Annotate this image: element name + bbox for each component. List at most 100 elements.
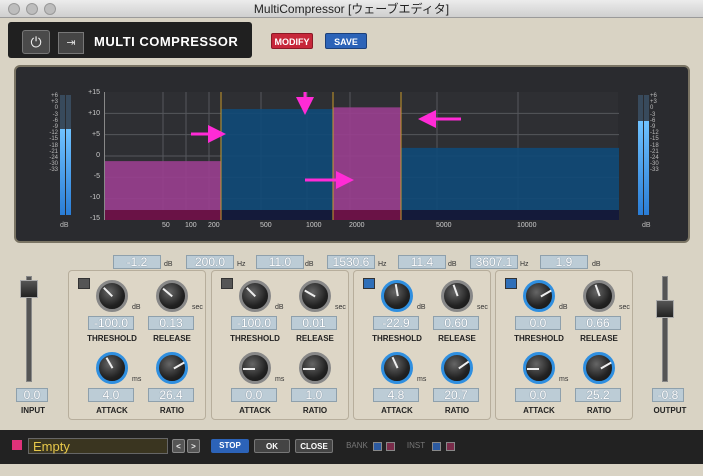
inst-toggle-a[interactable]: [432, 442, 441, 451]
band-gain-value[interactable]: 1.9: [540, 255, 588, 269]
preset-prev-button[interactable]: <: [172, 439, 185, 453]
attack-unit: ms: [417, 376, 427, 383]
modify-button[interactable]: MODIFY: [271, 33, 313, 49]
knob-indicator: [162, 287, 173, 298]
knob-indicator: [394, 284, 399, 297]
release-unit: sec: [477, 304, 488, 311]
bank-toggle-a[interactable]: [373, 442, 382, 451]
threshold-knob[interactable]: [239, 280, 271, 312]
stop-button[interactable]: STOP: [211, 439, 249, 453]
preset-name-field[interactable]: Empty: [28, 438, 168, 454]
output-fader-track[interactable]: [662, 276, 668, 382]
threshold-unit: dB: [132, 304, 141, 311]
window-controls[interactable]: [8, 3, 56, 15]
release-value[interactable]: 0.01: [291, 316, 337, 330]
threshold-value[interactable]: -22.9: [373, 316, 419, 330]
band-enable-checkbox[interactable]: [221, 278, 233, 289]
ratio-knob[interactable]: [299, 352, 331, 384]
meter-db-label: dB: [642, 222, 651, 229]
crossover-freq-value[interactable]: 1530.6: [327, 255, 375, 269]
ratio-knob[interactable]: [583, 352, 615, 384]
meter-bar: [644, 95, 649, 215]
ratio-value[interactable]: 26.4: [148, 388, 194, 402]
input-value[interactable]: 0.0: [16, 388, 48, 402]
attack-value[interactable]: 4.8: [373, 388, 419, 402]
inst-toggle-b[interactable]: [446, 442, 455, 451]
y-tick-label: +15: [88, 89, 100, 96]
band-gain-value[interactable]: 11.0: [256, 255, 304, 269]
crossover-freq-value[interactable]: 200.0: [186, 255, 234, 269]
release-knob[interactable]: [299, 280, 331, 312]
x-tick-label: 500: [260, 222, 272, 229]
band-gain-value[interactable]: 11.4: [398, 255, 446, 269]
attack-label: ATTACK: [523, 406, 555, 415]
threshold-value[interactable]: 0.0: [515, 316, 561, 330]
input-panel: 0.0 INPUT: [14, 270, 60, 420]
threshold-label: THRESHOLD: [230, 334, 280, 343]
band-gain-value[interactable]: -1.2: [113, 255, 161, 269]
release-value[interactable]: 0.13: [148, 316, 194, 330]
release-value[interactable]: 0.66: [575, 316, 621, 330]
dropdown-icon[interactable]: ⇥: [58, 32, 84, 54]
attack-knob[interactable]: [239, 352, 271, 384]
release-knob[interactable]: [441, 280, 473, 312]
release-knob[interactable]: [583, 280, 615, 312]
output-panel: -0.8 OUTPUT: [648, 270, 694, 420]
band-level-bar[interactable]: [333, 107, 401, 220]
band-level-bar[interactable]: [221, 109, 333, 220]
attack-knob[interactable]: [96, 352, 128, 384]
threshold-knob[interactable]: [96, 280, 128, 312]
attack-value[interactable]: 0.0: [231, 388, 277, 402]
release-value[interactable]: 0.60: [433, 316, 479, 330]
ratio-knob[interactable]: [156, 352, 188, 384]
save-button[interactable]: SAVE: [325, 33, 367, 49]
threshold-value[interactable]: -100.0: [231, 316, 277, 330]
knob-indicator: [600, 361, 612, 370]
output-fader-handle[interactable]: [656, 300, 674, 318]
attack-knob[interactable]: [523, 352, 555, 384]
band-graph[interactable]: [104, 92, 619, 220]
band-graph-svg: [105, 92, 619, 220]
y-tick-label: -5: [93, 173, 100, 180]
band-level-bar[interactable]: [401, 147, 619, 220]
attack-knob[interactable]: [381, 352, 413, 384]
spectrum-floor: [333, 210, 401, 220]
close-window-button[interactable]: [8, 3, 20, 15]
zoom-window-button[interactable]: [44, 3, 56, 15]
threshold-knob[interactable]: [381, 280, 413, 312]
freq-unit: Hz: [237, 261, 246, 268]
ratio-knob[interactable]: [441, 352, 473, 384]
ratio-value[interactable]: 1.0: [291, 388, 337, 402]
ratio-value[interactable]: 20.7: [433, 388, 479, 402]
ok-button[interactable]: OK: [254, 439, 290, 453]
band-enable-checkbox[interactable]: [78, 278, 90, 289]
y-tick-label: +10: [88, 110, 100, 117]
threshold-knob[interactable]: [523, 280, 555, 312]
y-tick-label: -10: [89, 194, 100, 201]
knob-indicator: [391, 356, 399, 369]
crossover-freq-value[interactable]: 3607.1: [470, 255, 518, 269]
knob-indicator: [105, 357, 114, 369]
ratio-value[interactable]: 25.2: [575, 388, 621, 402]
band-enable-checkbox[interactable]: [363, 278, 375, 289]
release-knob[interactable]: [156, 280, 188, 312]
band-enable-checkbox[interactable]: [505, 278, 517, 289]
output-value[interactable]: -0.8: [652, 388, 684, 402]
meter-bar: [66, 95, 71, 215]
attack-value[interactable]: 4.0: [88, 388, 134, 402]
input-fader-handle[interactable]: [20, 280, 38, 298]
preset-next-button[interactable]: >: [187, 439, 200, 453]
ratio-label: RATIO: [444, 406, 470, 415]
bank-label: BANK: [346, 441, 368, 450]
power-icon[interactable]: ⏻: [22, 30, 50, 54]
meter-scale: +6 +3 0 -3 -6 -9 -12 -15 -18 -21 -24 -30 -33: [32, 93, 58, 174]
attack-value[interactable]: 0.0: [515, 388, 561, 402]
close-button[interactable]: CLOSE: [295, 439, 333, 453]
release-unit: sec: [335, 304, 346, 311]
spectrum-floor: [401, 210, 619, 220]
knob-indicator: [458, 360, 470, 370]
threshold-value[interactable]: -100.0: [88, 316, 134, 330]
bank-toggle-b[interactable]: [386, 442, 395, 451]
minimize-window-button[interactable]: [26, 3, 38, 15]
window-title: MultiCompressor [ウェーブエディタ]: [253, 2, 450, 16]
